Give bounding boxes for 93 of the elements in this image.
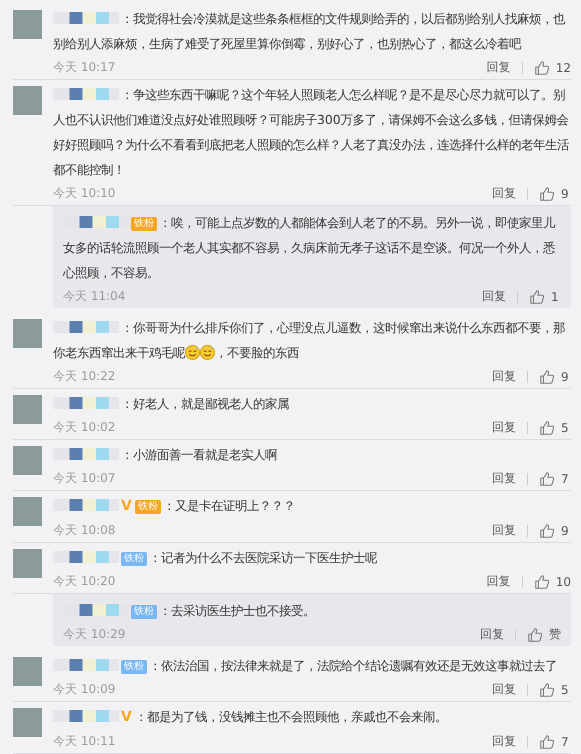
emoji-icon [200,345,215,360]
thumbs-up-icon [539,682,555,698]
comment-time: 今天 10:10 [53,185,116,202]
emoji-icon [185,345,200,360]
like-button[interactable]: 10 [534,574,571,590]
like-count: 赞 [549,626,561,643]
like-button[interactable]: 赞 [527,626,561,643]
reply-link[interactable]: 回复 [492,419,516,436]
reply-link[interactable]: 回复 [492,368,516,385]
comment-text: 铁粉 ：去采访医生护士也不接受。 [63,598,561,623]
verified-label: V [121,498,132,514]
reply-link[interactable]: 回复 [486,573,511,590]
like-count: 5 [561,682,569,696]
reply-link[interactable]: 回复 [492,185,516,202]
comment-text: 铁粉 ：依法治国，按法律来就是了，法院给个结论遗嘱有效还是无效这事就过去了 [53,653,571,678]
comment-text: ：你哥哥为什么排斥你们了，心理没点儿逼数，这时候窜出来说什么东西都不要，那你老东西窜出来干鸡毛呢 ，不要脸的东西 [53,319,566,362]
thumbs-up-icon [539,186,555,202]
like-count: 12 [556,60,571,74]
thumbs-up-icon [534,574,550,590]
thumbs-up-icon [539,522,555,538]
like-button[interactable]: 9 [539,368,571,384]
like-button[interactable]: 7 [539,470,571,486]
reply-link[interactable]: 回复 [492,681,516,698]
reply-link[interactable]: 回复 [480,626,504,643]
comment-time: 今天 11:04 [63,288,126,305]
like-count: 9 [561,186,569,200]
comment-time: 今天 10:29 [63,626,126,643]
like-count: 7 [561,734,569,748]
thumbs-up-icon [527,626,543,642]
comment-text: V 铁粉 ：又是卡在证明上？？？ [53,493,571,519]
thumbs-up-icon [529,288,545,304]
comment-time: 今天 10:17 [53,59,116,76]
like-count: 7 [561,472,569,486]
comment-time: 今天 10:08 [53,522,116,539]
comment-text: 铁粉 ：唉，可能上点岁数的人都能体会到人老了的不易。另外一说，即使家里儿女多的话轮流照顾一个老人其实都不容易，久病床前无孝子这话不是空谈。何况一个外人，悉心照顾，不容易。 [63,214,556,282]
comment-text: ：我觉得社会冷漠就是这些条条框框的文件规则给弄的，以后都别给别人找麻烦，也别给别人添麻烦，生病了难受了死屋里算你倒霉，别好心了，也别热心了，都这么冷着吧 [53,10,566,53]
like-count: 1 [551,290,559,304]
like-button[interactable]: 9 [539,186,571,202]
like-button[interactable]: 7 [539,734,571,750]
comment-text: ：争这些东西干嘛呢？这个年轻人照顾老人怎么样呢？是不是尽心尽力就可以了。别人也不认识他们难道没点好处谁照顾呀？可能房子300万多了，请保姆不会这么多钱，但请保姆会好好照顾吗？为什么不看看到底把老人照顾的怎么样？人老了真没办法，连选择什么样的老年生活都不能控制！ [53,86,570,179]
blurred-username [53,397,119,409]
avatar-placeholder [13,657,42,686]
comment-text: V ：都是为了钱，没钱摊主也不会照顾他，亲戚也不会来闹。 [53,704,571,730]
thumbs-up-icon [539,420,555,436]
reply-link[interactable]: 回复 [482,288,506,305]
like-count: 10 [556,574,571,588]
like-button[interactable]: 9 [539,522,571,538]
avatar-placeholder [13,10,42,39]
fan-badge: 铁粉 [131,217,157,231]
avatar-placeholder [13,446,42,475]
fan-badge: 铁粉 [134,500,161,514]
verified-label: V [121,709,132,725]
avatar-placeholder [13,86,42,115]
comment-text: ：好老人，就是鄙视老人的家属 [53,391,571,416]
thumbs-up-icon [534,60,550,76]
avatar-placeholder [13,395,42,424]
avatar-placeholder [13,319,42,348]
thumbs-up-icon [539,734,555,750]
fan-badge: 铁粉 [121,552,147,566]
comment-text: 铁粉 ：记者为什么不去医院采访一下医生护士呢 [53,545,571,570]
comment-text: ：小游面善一看就是老实人啊 [53,442,571,467]
thumbs-up-icon [539,368,555,384]
reply-link[interactable]: 回复 [492,522,516,539]
blurred-username [53,659,119,671]
blurred-username [53,88,119,100]
reply-link[interactable]: 回复 [492,733,516,750]
avatar-placeholder [13,549,42,578]
comment-time: 今天 10:22 [53,368,116,385]
like-button[interactable]: 12 [534,60,571,76]
comment-time: 今天 10:02 [53,419,116,436]
like-count: 5 [561,420,569,434]
reply-link[interactable]: 回复 [492,470,516,487]
like-button[interactable]: 1 [529,288,561,304]
comment-time: 今天 10:11 [53,733,116,750]
comment-time: 今天 10:09 [53,681,116,698]
blurred-username [53,448,119,460]
blurred-username [53,321,119,333]
fan-badge: 铁粉 [131,605,157,619]
avatar-placeholder [13,497,42,526]
like-button[interactable]: 5 [539,420,571,436]
like-count: 9 [561,524,569,538]
avatar-placeholder [13,708,42,737]
comment-time: 今天 10:20 [53,573,116,590]
thumbs-up-icon [539,470,555,486]
like-button[interactable]: 5 [539,682,571,698]
reply-link[interactable]: 回复 [486,59,511,76]
blurred-username [53,499,119,511]
blurred-username [53,12,119,24]
blurred-username [53,710,119,722]
fan-badge: 铁粉 [121,660,147,674]
blurred-username [53,551,119,563]
like-count: 9 [561,370,569,384]
comment-time: 今天 10:07 [53,470,116,487]
